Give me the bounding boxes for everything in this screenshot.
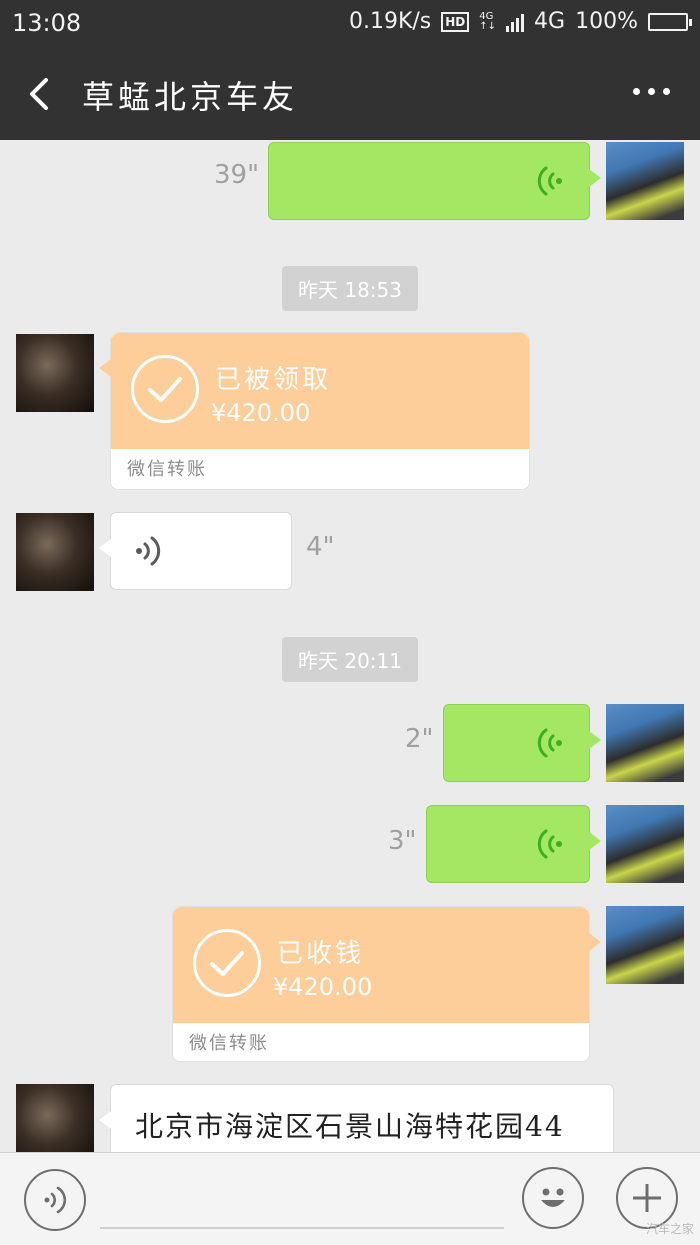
chat-header: 草蜢北京车友 — [0, 46, 700, 140]
voice-duration: 39" — [214, 160, 260, 190]
chat-area[interactable]: 39" 昨天 18:53 已被领取 ¥420.00 微信转账 4" 昨天 20:… — [0, 140, 700, 1152]
transfer-card[interactable]: 已收钱 ¥420.00 微信转账 — [172, 906, 601, 1062]
hd-icon: HD — [441, 11, 470, 32]
watermark: 汽车之家 — [645, 1222, 694, 1236]
voice-message-bubble[interactable] — [426, 805, 601, 883]
input-bar: 汽车之家 — [0, 1152, 700, 1245]
voice-duration: 3" — [388, 826, 417, 856]
my-avatar[interactable] — [606, 805, 684, 883]
contact-avatar[interactable] — [16, 334, 94, 412]
status-bar: 13:08 0.19K/s HD 4G ↑↓ 4G 100% — [0, 0, 700, 46]
my-avatar[interactable] — [606, 906, 684, 984]
voice-wave-icon — [136, 536, 161, 566]
voice-message-bubble[interactable] — [443, 704, 601, 782]
transfer-amount: ¥420.00 — [273, 973, 373, 1001]
transfer-status: 已收钱 — [277, 939, 365, 969]
message-text: 北京市海淀区石景山海特花园44 — [135, 1110, 565, 1143]
voice-wave-icon — [537, 829, 562, 859]
contact-avatar[interactable] — [16, 1084, 94, 1152]
net-speed: 0.19K/s — [348, 9, 432, 34]
transfer-label: 微信转账 — [189, 1033, 269, 1054]
transfer-amount: ¥420.00 — [211, 399, 311, 427]
network-type: 4G — [534, 9, 566, 34]
battery-percent: 100% — [575, 9, 638, 34]
chevron-left-icon[interactable] — [20, 74, 60, 114]
transfer-footer: 微信转账 — [111, 449, 529, 487]
transfer-card[interactable]: 已被领取 ¥420.00 微信转账 — [99, 332, 530, 490]
voice-message-bubble[interactable] — [99, 512, 292, 590]
battery-icon — [648, 12, 692, 31]
network-activity-icon: 4G ↑↓ — [479, 10, 497, 32]
voice-duration: 4" — [306, 532, 335, 562]
timestamp: 昨天 20:11 — [282, 637, 418, 682]
status-time: 13:08 — [12, 9, 82, 37]
voice-mode-icon — [44, 1186, 67, 1214]
text-message-bubble[interactable]: 北京市海淀区石景山海特花园44 — [99, 1084, 614, 1152]
chat-title: 草蜢北京车友 — [82, 78, 299, 116]
more-dots-icon[interactable] — [633, 88, 670, 95]
net-mini-bottom: ↑↓ — [479, 20, 497, 32]
timestamp: 昨天 18:53 — [282, 266, 418, 311]
contact-avatar[interactable] — [16, 513, 94, 591]
voice-wave-icon — [537, 728, 562, 758]
status-indicators: 0.19K/s HD 4G ↑↓ 4G 100% — [348, 9, 692, 34]
plus-icon — [633, 1184, 661, 1212]
emoji-icon — [541, 1188, 565, 1207]
net-mini-top: 4G — [479, 10, 494, 22]
emoji-button[interactable] — [522, 1167, 584, 1229]
voice-message-bubble[interactable] — [268, 142, 601, 220]
check-circle-icon — [131, 355, 199, 423]
my-avatar[interactable] — [606, 704, 684, 782]
voice-mode-button[interactable] — [24, 1169, 86, 1231]
message-input[interactable] — [100, 1227, 504, 1229]
transfer-footer: 微信转账 — [173, 1023, 589, 1061]
my-avatar[interactable] — [606, 142, 684, 220]
check-circle-icon — [193, 929, 261, 997]
voice-wave-icon — [537, 166, 562, 196]
transfer-card-body: 已收钱 ¥420.00 — [173, 907, 589, 1023]
signal-icon — [506, 12, 525, 32]
transfer-label: 微信转账 — [127, 459, 207, 480]
transfer-card-body: 已被领取 ¥420.00 — [111, 333, 529, 449]
transfer-status: 已被领取 — [215, 365, 332, 395]
voice-duration: 2" — [405, 724, 434, 754]
